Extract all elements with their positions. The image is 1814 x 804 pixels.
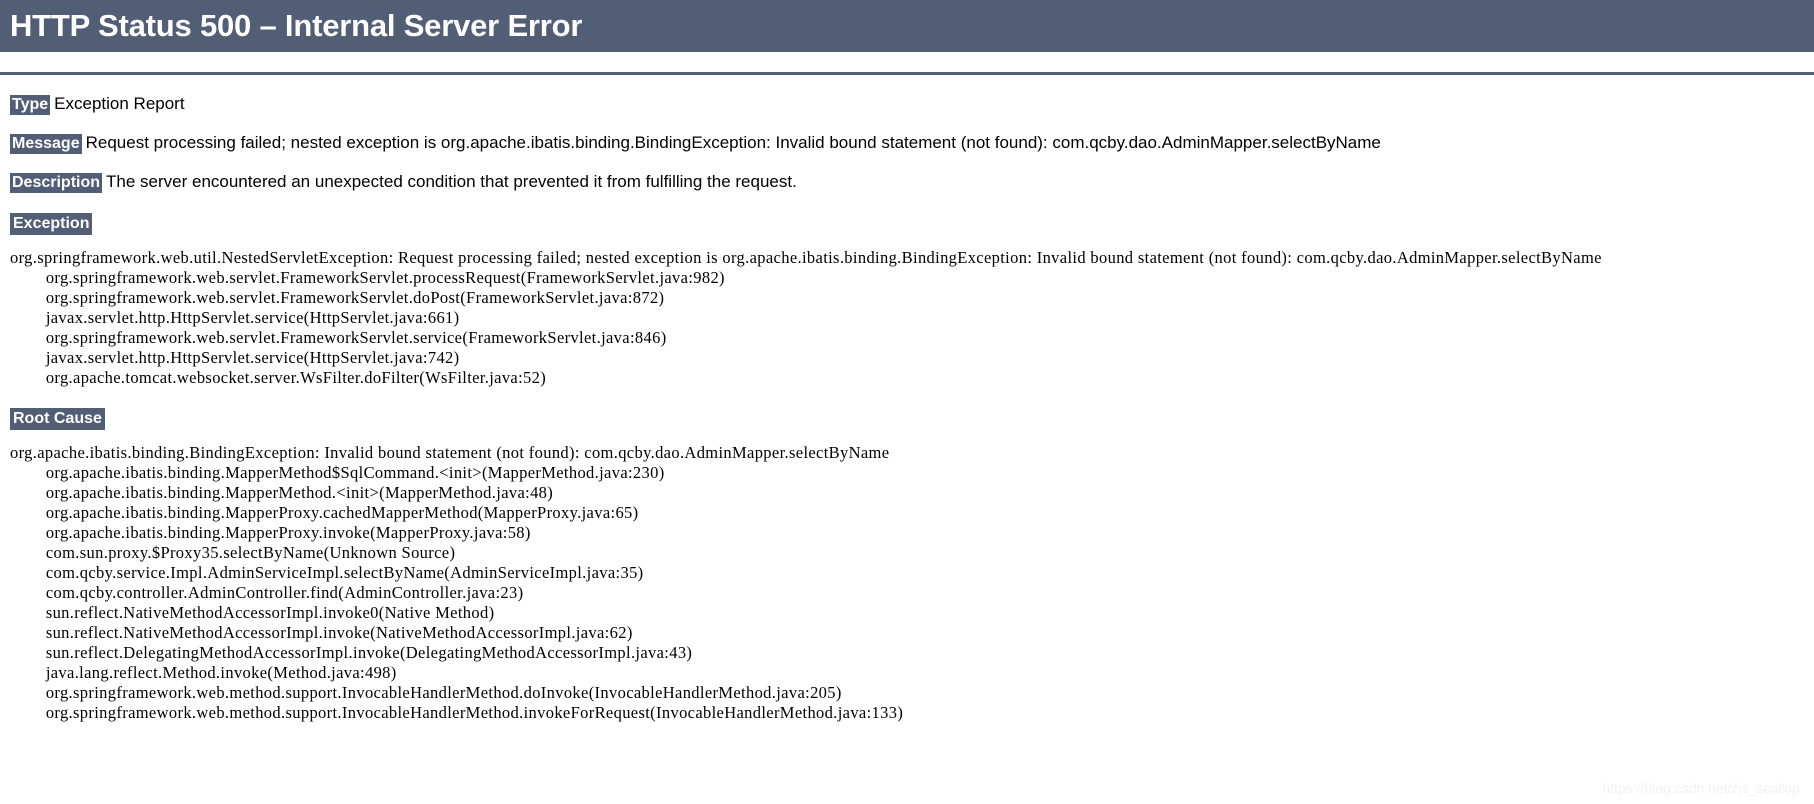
trace-line: com.qcby.controller.AdminController.find… <box>10 583 524 603</box>
trace-line: com.sun.proxy.$Proxy35.selectByName(Unkn… <box>10 543 456 563</box>
trace-line: javax.servlet.http.HttpServlet.service(H… <box>10 308 460 328</box>
trace-line: org.springframework.web.util.NestedServl… <box>10 248 1602 268</box>
stack-trace: org.apache.ibatis.binding.BindingExcepti… <box>10 443 1804 723</box>
info-row: Type Exception Report <box>10 93 1804 115</box>
trace-line: java.lang.reflect.Method.invoke(Method.j… <box>10 663 397 683</box>
trace-line: org.springframework.web.servlet.Framewor… <box>10 268 725 288</box>
trace-line: org.apache.tomcat.websocket.server.WsFil… <box>10 368 547 388</box>
field-value: The server encountered an unexpected con… <box>106 172 797 191</box>
trace-line: sun.reflect.NativeMethodAccessorImpl.inv… <box>10 623 633 643</box>
field-label: Description <box>10 173 103 193</box>
trace-line: com.qcby.service.Impl.AdminServiceImpl.s… <box>10 563 644 583</box>
trace-line: sun.reflect.DelegatingMethodAccessorImpl… <box>10 643 693 663</box>
trace-line: org.springframework.web.servlet.Framewor… <box>10 288 665 308</box>
watermark: https://blog.csdn.net/zjs_scallop <box>1602 780 1800 796</box>
stack-trace: org.springframework.web.util.NestedServl… <box>10 248 1804 388</box>
error-body: Type Exception Report Message Request proce… <box>0 93 1814 723</box>
trace-line: org.apache.ibatis.binding.MapperMethod$S… <box>10 463 665 483</box>
trace-line: org.apache.ibatis.binding.MapperMethod.<… <box>10 483 554 503</box>
info-row: Description The server encountered an une… <box>10 171 1804 193</box>
field-list: Type Exception Report Message Request proce… <box>10 93 1804 193</box>
field-value: Request processing failed; nested except… <box>85 133 1381 152</box>
trace-line: org.springframework.web.method.support.I… <box>10 703 904 723</box>
field-label: Message <box>10 134 82 154</box>
trace-line: sun.reflect.NativeMethodAccessorImpl.inv… <box>10 603 495 623</box>
trace-line: org.apache.ibatis.binding.MapperProxy.ca… <box>10 503 639 523</box>
trace-line: org.apache.ibatis.binding.MapperProxy.in… <box>10 523 531 543</box>
page-title: HTTP Status 500 – Internal Server Error <box>0 0 1814 52</box>
section-heading: Root Cause <box>10 408 105 431</box>
trace-line: org.apache.ibatis.binding.BindingExcepti… <box>10 443 890 463</box>
trace-line: javax.servlet.http.HttpServlet.service(H… <box>10 348 460 368</box>
info-row: Message Request processing failed; nested… <box>10 132 1804 154</box>
section-list: Exception org.springframework.web.util.Ne… <box>10 193 1804 723</box>
field-label: Type <box>10 95 51 115</box>
trace-line: org.springframework.web.method.support.I… <box>10 683 842 703</box>
section-heading: Exception <box>10 213 93 236</box>
trace-line: org.springframework.web.servlet.Framewor… <box>10 328 667 348</box>
field-value: Exception Report <box>54 94 185 113</box>
header-divider <box>0 72 1814 75</box>
